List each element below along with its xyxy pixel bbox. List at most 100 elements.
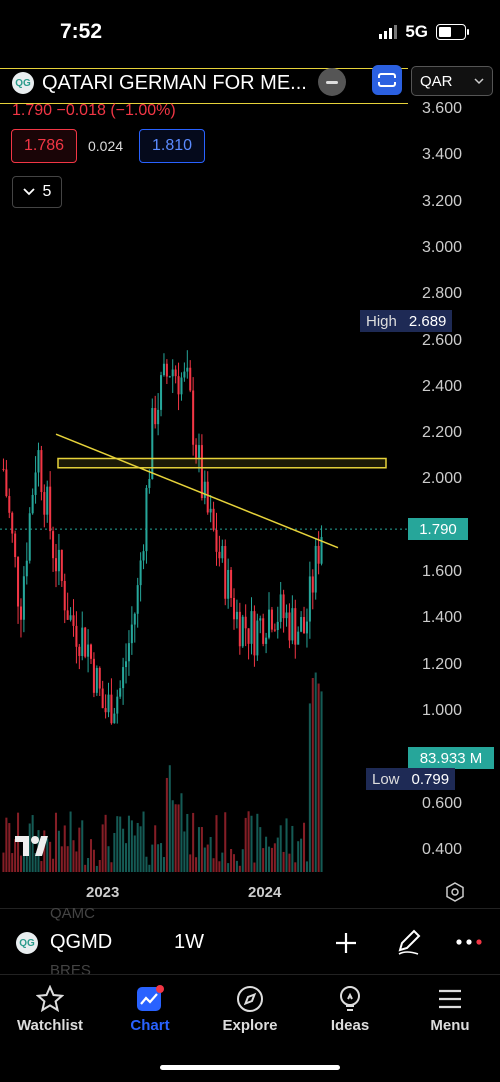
candle-body xyxy=(267,609,271,638)
candle-body xyxy=(54,558,58,572)
volume-bar xyxy=(311,678,314,872)
volume-bar xyxy=(297,841,300,872)
candle-body xyxy=(136,585,139,614)
candle-body xyxy=(250,611,253,644)
candle-body xyxy=(197,445,200,458)
volume-bar xyxy=(154,825,157,872)
volume-bar xyxy=(265,836,268,872)
x-tick-2024: 2024 xyxy=(248,884,282,901)
tab-explore[interactable]: Explore xyxy=(200,975,300,1055)
candle-body xyxy=(49,486,52,532)
volume-bar xyxy=(157,844,160,872)
high-label: High xyxy=(360,310,403,332)
candle-body xyxy=(107,694,110,713)
candle-body xyxy=(34,472,37,495)
volume-bar xyxy=(72,840,75,872)
candle-body xyxy=(317,545,320,564)
volume-bar xyxy=(151,844,154,872)
y-tick-label: 2.800 xyxy=(421,285,462,303)
candle-body xyxy=(84,627,87,657)
candle-body xyxy=(273,629,276,631)
volume-bar xyxy=(189,854,192,872)
add-icon[interactable] xyxy=(334,931,358,955)
candle-body xyxy=(81,627,84,656)
candle-body xyxy=(14,533,17,558)
volume-bar xyxy=(122,828,125,872)
tab-ideas[interactable]: Ideas xyxy=(300,975,400,1055)
tab-watchlist[interactable]: Watchlist xyxy=(0,975,100,1055)
volume-bar xyxy=(270,847,273,872)
home-indicator xyxy=(160,1065,340,1070)
y-tick-label: 1.200 xyxy=(421,655,462,673)
volume-bar xyxy=(2,852,5,872)
volume-bar xyxy=(250,815,253,872)
chart-settings-icon[interactable] xyxy=(445,882,465,902)
tab-chart[interactable]: Chart xyxy=(100,975,200,1055)
chart-icon xyxy=(137,985,164,1011)
drawing-pen-icon[interactable] xyxy=(396,928,422,956)
tab-label: Ideas xyxy=(330,1017,370,1034)
volume-bar xyxy=(241,849,244,872)
volume-bar xyxy=(87,857,90,872)
volume-bar xyxy=(92,849,95,872)
candle-body xyxy=(192,390,195,445)
candle-body xyxy=(189,367,192,391)
volume-bar xyxy=(285,818,288,872)
volume-bar xyxy=(262,848,265,872)
candle-body xyxy=(72,615,75,626)
candle-body xyxy=(247,628,250,644)
interval-button[interactable]: 1W xyxy=(174,931,204,954)
volume-bar xyxy=(84,864,87,872)
candle-body xyxy=(212,508,215,530)
candle-body xyxy=(308,576,311,622)
candle-body xyxy=(276,621,279,631)
toolbar-symbol[interactable]: QGMD xyxy=(50,931,112,954)
candle-body xyxy=(259,618,262,621)
volume-bar xyxy=(200,827,203,872)
tab-bar: Watchlist Chart Explore Ideas Menu xyxy=(0,974,500,1055)
volume-bar xyxy=(305,861,308,872)
y-tick-label: 0.400 xyxy=(421,840,462,858)
volume-bar xyxy=(116,816,119,872)
y-tick-label: 1.600 xyxy=(421,563,462,580)
volume-bar xyxy=(273,843,276,872)
volume-bar xyxy=(81,820,84,872)
candle-body xyxy=(300,617,303,632)
tab-menu[interactable]: Menu xyxy=(400,975,500,1055)
candle-body xyxy=(92,658,95,693)
candle-body xyxy=(162,363,165,376)
volume-tag: 83.933 M xyxy=(408,747,494,769)
volume-bar xyxy=(89,839,93,872)
volume-bar xyxy=(101,824,104,872)
ghost-symbol-top: QAMC xyxy=(50,905,95,922)
volume-bar xyxy=(215,815,218,872)
candle-body xyxy=(303,617,306,634)
candle-body xyxy=(227,569,230,599)
volume-bar xyxy=(133,835,136,872)
volume-bar xyxy=(60,846,63,872)
candle-body xyxy=(186,367,189,372)
volume-bar xyxy=(107,846,110,872)
volume-bar xyxy=(314,672,317,872)
candle-body xyxy=(221,546,224,559)
y-tick-label: 1.000 xyxy=(421,701,462,719)
tab-label: Menu xyxy=(430,1017,470,1034)
candle-body xyxy=(215,529,218,552)
candle-body xyxy=(17,557,20,607)
candle-body xyxy=(195,444,198,458)
candle-body xyxy=(265,637,268,644)
y-tick-label: 3.000 xyxy=(421,238,462,256)
candle-body xyxy=(116,696,119,714)
candle-body xyxy=(177,376,180,395)
candle-body xyxy=(270,609,273,630)
more-icon[interactable] xyxy=(456,938,482,946)
candle-body xyxy=(232,597,236,620)
volume-bar xyxy=(174,804,177,872)
volume-bar xyxy=(256,813,259,872)
volume-bar xyxy=(276,837,279,872)
volume-bar xyxy=(168,765,171,872)
volume-bar xyxy=(25,853,28,872)
volume-bar xyxy=(221,852,224,872)
volume-bar xyxy=(195,857,198,872)
tab-label: Chart xyxy=(130,1017,170,1034)
